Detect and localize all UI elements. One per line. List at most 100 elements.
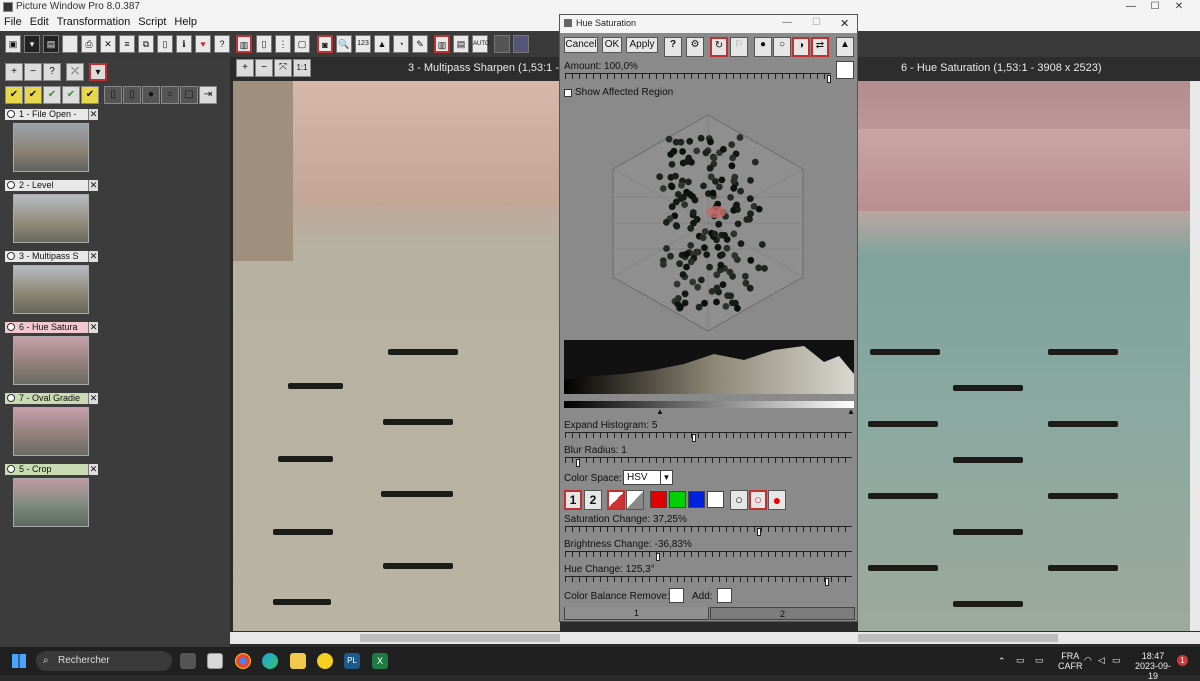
scroll-thumb[interactable] [858,634,1058,642]
refresh-icon[interactable]: ↻ [710,37,728,57]
check-yellow-icon[interactable]: ✔ [5,86,23,104]
slider-thumb[interactable] [656,553,660,561]
amount-swatch[interactable] [836,61,854,79]
zoom-out-icon[interactable]: − [255,59,273,77]
ring-icon[interactable]: ○ [161,86,179,104]
slider-thumb[interactable] [827,75,831,83]
clock-time[interactable]: 18:47 [1142,651,1165,661]
half-circle-icon[interactable]: ◑ [792,37,810,57]
menu-file[interactable]: File [0,14,26,30]
history-item[interactable]: 3 - Multipass S ✕ [5,251,98,318]
windows-start-icon[interactable] [12,654,26,668]
amount-slider[interactable] [565,73,831,83]
numbers-icon[interactable]: 123 [355,35,371,53]
close-icon[interactable]: ✕ [88,180,98,191]
tray-chevron-icon[interactable]: ⌃ [998,656,1006,667]
vertical-scrollbar[interactable] [1190,81,1200,631]
check-yellow3-icon[interactable]: ✔ [81,86,99,104]
radio-icon[interactable] [7,181,15,189]
history-item[interactable]: 7 - Oval Gradie ✕ [5,393,98,460]
help-icon[interactable]: ? [214,35,230,53]
black-point-marker[interactable]: ▲ [656,407,664,416]
wifi-icon[interactable]: ◠ [1084,655,1092,666]
fit-icon[interactable]: ⤧ [274,59,292,77]
blue-swatch[interactable] [688,491,705,508]
keyboard-icon[interactable]: ▭ [1016,655,1025,666]
excel-icon[interactable]: X [372,653,388,669]
close-image-icon[interactable]: ✕ [100,35,116,53]
folder-icon[interactable] [290,653,306,669]
export-icon[interactable]: ⇥ [199,86,217,104]
zoom-icon[interactable]: 🔍 [336,35,352,53]
dialog-close-button[interactable]: ✕ [840,17,849,30]
print-icon[interactable]: ⎙ [81,35,97,53]
help-icon[interactable]: ? [43,63,61,81]
image-canvas[interactable] [858,81,1190,631]
history-item[interactable]: 6 - Hue Satura ✕ [5,322,98,389]
zoom-out-icon[interactable]: − [24,63,42,81]
horizontal-scrollbar[interactable] [230,632,1200,644]
notification-badge[interactable]: 1 [1177,655,1188,666]
dialog-minimize-button[interactable]: — [782,17,792,28]
circle-empty-icon[interactable]: ○ [773,37,791,57]
gradient-icon[interactable] [494,35,510,53]
red-ring-icon[interactable]: ○ [749,490,767,510]
ok-button[interactable]: OK [602,37,622,53]
scroll-thumb[interactable] [360,634,560,642]
check-yellow2-icon[interactable]: ✔ [24,86,42,104]
tab-1[interactable]: 1 [564,607,709,620]
pencil-icon[interactable]: ✎ [412,35,428,53]
zoom-in-icon[interactable]: + [236,59,254,77]
clock-date[interactable]: 2023-09-19 [1135,661,1171,681]
trash-icon[interactable]: ▯ [104,86,122,104]
mode-1-button[interactable]: 1 [564,490,582,510]
settings-icon[interactable]: ⚙ [686,37,704,57]
slider-thumb[interactable] [576,459,580,467]
mouse-icon[interactable]: ◙ [317,35,333,53]
app-yellow-icon[interactable] [317,653,333,669]
check-green-icon[interactable]: ✔ [43,86,61,104]
run-icon[interactable]: ⚐ [730,37,748,57]
expand-histogram-slider[interactable] [565,432,852,442]
close-button[interactable]: ✕ [1156,0,1200,14]
close-icon[interactable]: ✕ [88,109,98,120]
histogram-icon[interactable]: ▲ [836,37,854,57]
add-swatch[interactable] [717,588,732,603]
green-swatch[interactable] [669,491,686,508]
checker-icon[interactable] [607,490,625,510]
page-icon[interactable]: ▯ [256,35,272,53]
white-point-marker[interactable]: ▲ [847,407,855,416]
color-hex-map[interactable] [608,107,808,337]
zoom-1-1-button[interactable]: 1:1 [293,59,311,77]
slider-thumb[interactable] [692,434,696,442]
close-icon[interactable]: ✕ [88,464,98,475]
close-icon[interactable]: ✕ [88,393,98,404]
copy-icon[interactable]: ▯ [123,86,141,104]
zoom-in-icon[interactable]: + [5,63,23,81]
display-icon[interactable]: ▭ [1035,655,1044,666]
history-item[interactable]: 5 - Crop ✕ [5,464,98,531]
brightness-change-slider[interactable] [565,551,852,561]
radio-icon[interactable] [7,394,15,402]
info-icon[interactable]: ℹ [176,35,192,53]
collapse-icon[interactable]: ⤫ [66,63,84,81]
volume-icon[interactable]: ◁ [1098,655,1105,666]
mode-2-button[interactable]: 2 [584,490,602,510]
split-horizontal-icon[interactable]: ▤ [453,35,469,53]
dropdown-icon[interactable]: ▾ [89,63,107,81]
scan-icon[interactable]: ▤ [43,35,59,53]
menu-help[interactable]: Help [170,14,201,30]
saturation-change-slider[interactable] [565,526,852,536]
help-button[interactable]: ? [664,37,682,57]
square-icon[interactable]: ▢ [180,86,198,104]
ring-icon[interactable]: ○ [730,490,748,510]
language-label[interactable]: FRA [1061,651,1079,661]
radio-icon[interactable] [7,323,15,331]
edge-icon[interactable] [262,653,278,669]
history-item[interactable]: 1 - File Open - ✕ [5,109,98,176]
grid-icon[interactable]: ⋮ [275,35,291,53]
radio-icon[interactable] [7,465,15,473]
gray-checker-icon[interactable] [626,490,644,510]
palette-icon[interactable]: ◔ [393,35,409,53]
blank-icon[interactable] [62,35,78,53]
